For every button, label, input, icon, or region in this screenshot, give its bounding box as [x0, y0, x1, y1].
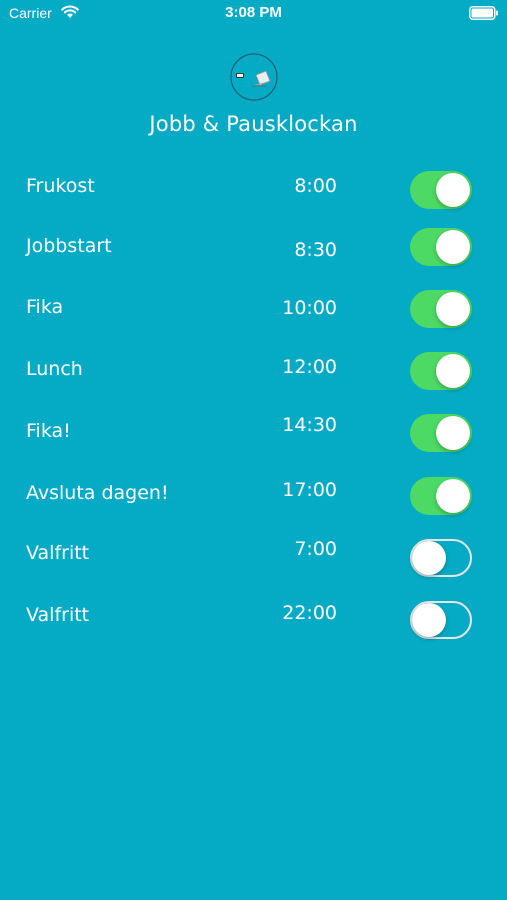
alarm-label: Frukost	[26, 175, 95, 197]
alarm-time[interactable]: 8:30	[294, 239, 337, 261]
alarm-time[interactable]: 22:00	[282, 602, 337, 624]
alarm-label: Fika	[26, 296, 64, 318]
toggle-knob	[436, 479, 470, 513]
alarm-toggle[interactable]	[410, 601, 472, 639]
alarm-row: Frukost 8:00	[0, 170, 507, 220]
alarm-label: Jobbstart	[26, 235, 112, 257]
alarm-toggle[interactable]	[410, 539, 472, 577]
alarm-row: Valfritt 7:00	[0, 538, 507, 588]
alarm-row: Fika! 14:30	[0, 414, 507, 464]
alarm-toggle[interactable]	[410, 414, 472, 452]
toggle-knob	[436, 292, 470, 326]
alarm-label: Avsluta dagen!	[26, 482, 169, 504]
alarm-row: Avsluta dagen! 17:00	[0, 477, 507, 527]
toggle-knob	[412, 603, 446, 637]
alarm-label: Valfritt	[26, 542, 90, 564]
alarm-toggle[interactable]	[410, 352, 472, 390]
alarm-toggle[interactable]	[410, 171, 472, 209]
alarm-toggle[interactable]	[410, 477, 472, 515]
alarm-time[interactable]: 8:00	[294, 175, 337, 197]
alarm-row: Jobbstart 8:30	[0, 228, 507, 278]
alarm-row: Lunch 12:00	[0, 352, 507, 402]
toggle-knob	[436, 416, 470, 450]
alarm-row: Valfritt 22:00	[0, 601, 507, 651]
toggle-knob	[412, 541, 446, 575]
alarm-time[interactable]: 12:00	[282, 356, 337, 378]
alarm-time[interactable]: 10:00	[282, 297, 337, 319]
toggle-knob	[436, 173, 470, 207]
alarm-toggle[interactable]	[410, 228, 472, 266]
alarm-label: Lunch	[26, 358, 83, 380]
alarm-time[interactable]: 14:30	[282, 414, 337, 436]
alarm-label: Fika!	[26, 420, 71, 442]
toggle-knob	[436, 230, 470, 264]
alarm-time[interactable]: 7:00	[294, 538, 337, 560]
alarm-row: Fika 10:00	[0, 290, 507, 340]
alarm-time[interactable]: 17:00	[282, 479, 337, 501]
alarm-list: Frukost 8:00 Jobbstart 8:30 Fika 10:00 L…	[0, 0, 507, 900]
alarm-label: Valfritt	[26, 604, 90, 626]
alarm-toggle[interactable]	[410, 290, 472, 328]
toggle-knob	[436, 354, 470, 388]
